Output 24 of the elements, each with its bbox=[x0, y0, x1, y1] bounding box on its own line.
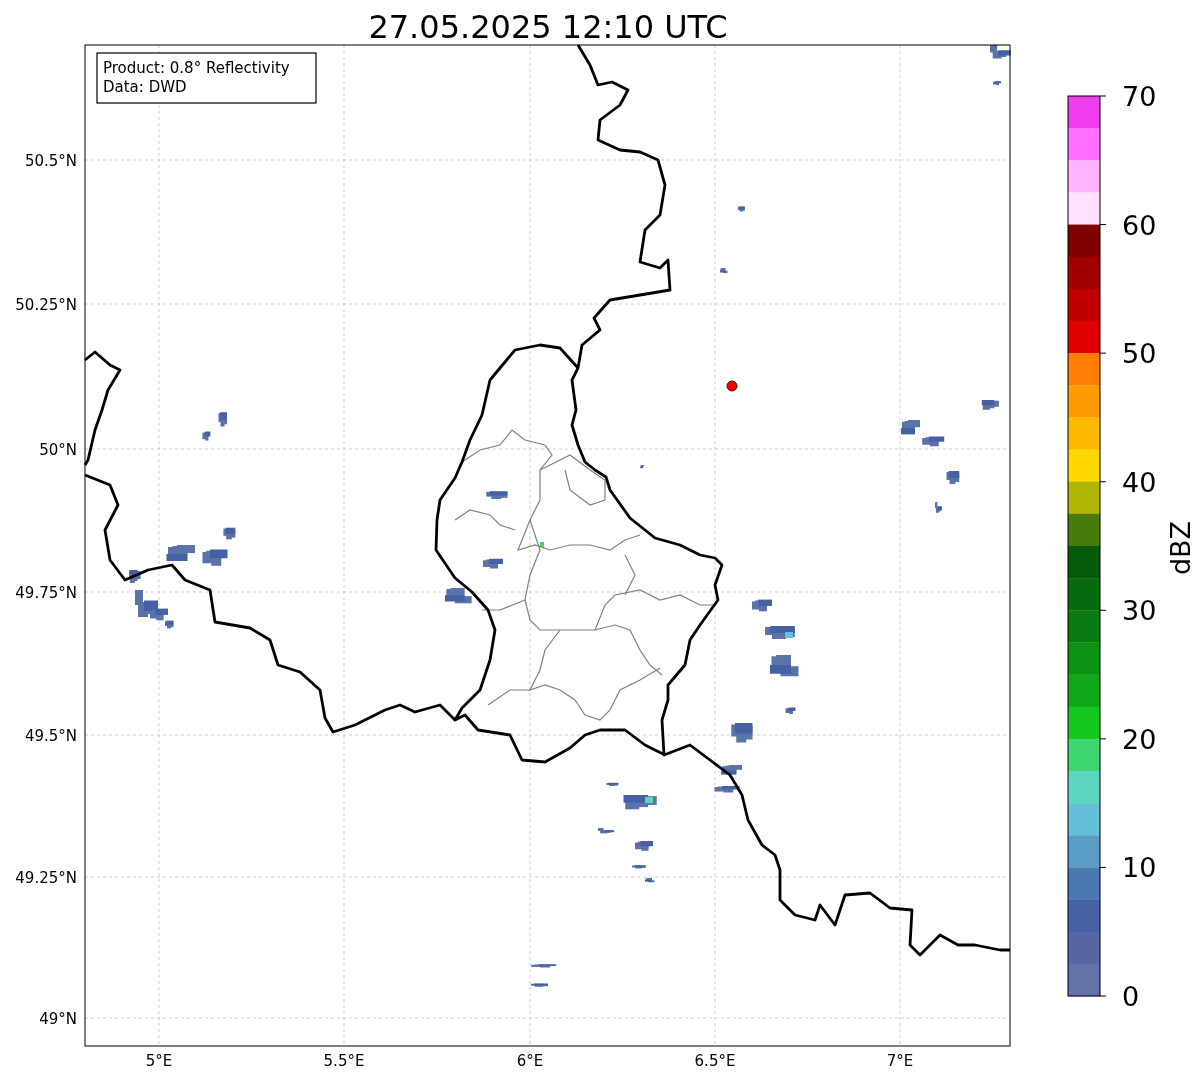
longitude-label: 6°E bbox=[516, 1052, 544, 1070]
colorbar-label: dBZ bbox=[1165, 520, 1196, 576]
latitude-label: 50.5°N bbox=[24, 152, 77, 170]
info-text: Data: DWD bbox=[103, 78, 187, 96]
chart-title: 27.05.2025 12:10 UTC bbox=[368, 8, 728, 46]
latitude-label: 49.75°N bbox=[15, 584, 77, 602]
longitude-label: 6.5°E bbox=[694, 1052, 736, 1070]
latitude-label: 50.25°N bbox=[15, 296, 77, 314]
colorbar-tick-label: 70 bbox=[1122, 81, 1157, 112]
latitude-label: 49.25°N bbox=[15, 869, 77, 887]
colorbar-tick-label: 20 bbox=[1122, 723, 1157, 755]
info-text: Product: 0.8° Reflectivity bbox=[103, 59, 290, 77]
colorbar-tick-label: 0 bbox=[1122, 981, 1140, 1012]
latitude-label: 49°N bbox=[39, 1010, 77, 1028]
latitude-label: 49.5°N bbox=[24, 727, 77, 745]
longitude-label: 5°E bbox=[145, 1052, 173, 1070]
colorbar-tick-label: 60 bbox=[1122, 209, 1157, 241]
longitude-label: 7°E bbox=[886, 1052, 914, 1070]
colorbar-tick-label: 40 bbox=[1122, 466, 1157, 498]
colorbar-tick-label: 10 bbox=[1122, 852, 1157, 884]
longitude-label: 5.5°E bbox=[323, 1052, 365, 1070]
colorbar-tick-label: 30 bbox=[1122, 595, 1157, 627]
latitude-label: 50°N bbox=[39, 441, 77, 459]
colorbar-tick-label: 50 bbox=[1122, 338, 1157, 370]
